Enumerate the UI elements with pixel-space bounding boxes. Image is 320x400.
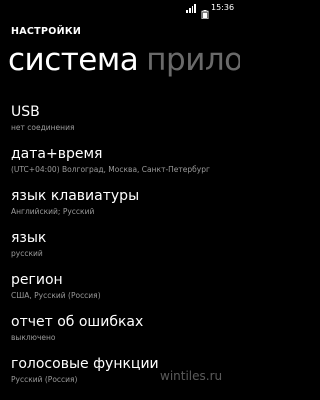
clock: 15:36 bbox=[211, 3, 235, 12]
settings-item-keyboard-language[interactable]: язык клавиатуры Английский; Русский bbox=[11, 188, 240, 230]
settings-item-title: язык клавиатуры bbox=[11, 188, 140, 204]
settings-item-subtitle: выключено bbox=[11, 333, 56, 342]
pivot-tab-system[interactable]: система bbox=[8, 40, 139, 80]
settings-item-error-reporting[interactable]: отчет об ошибках выключено bbox=[11, 314, 240, 356]
settings-item-usb[interactable]: USB нет соединения bbox=[11, 104, 240, 146]
settings-item-region[interactable]: регион США, Русский (Россия) bbox=[11, 272, 240, 314]
settings-item-subtitle: США, Русский (Россия) bbox=[11, 291, 101, 300]
settings-item-title: USB bbox=[11, 104, 40, 120]
status-bar: 15:36 bbox=[0, 0, 240, 20]
settings-item-subtitle: нет соединения bbox=[11, 123, 75, 132]
watermark: wintiles.ru bbox=[160, 369, 223, 383]
battery-icon bbox=[201, 4, 209, 20]
settings-item-date-time[interactable]: дата+время (UTC+04:00) Волгоград, Москва… bbox=[11, 146, 240, 188]
settings-item-subtitle: (UTC+04:00) Волгоград, Москва, Санкт-Пет… bbox=[11, 165, 210, 174]
settings-item-language[interactable]: язык русский bbox=[11, 230, 240, 272]
settings-item-title: язык bbox=[11, 230, 47, 246]
pivot-header: система прило bbox=[8, 40, 240, 84]
app-title: НАСТРОЙКИ bbox=[11, 26, 82, 37]
settings-list: USB нет соединения дата+время (UTC+04:00… bbox=[11, 104, 240, 398]
signal-icon bbox=[186, 4, 196, 13]
pivot-tab-applications[interactable]: прило bbox=[146, 40, 240, 80]
settings-item-title: отчет об ошибках bbox=[11, 314, 144, 330]
settings-item-title: дата+время bbox=[11, 146, 103, 162]
settings-item-subtitle: Английский; Русский bbox=[11, 207, 95, 216]
settings-item-subtitle: русский bbox=[11, 249, 43, 258]
settings-item-title: регион bbox=[11, 272, 63, 288]
